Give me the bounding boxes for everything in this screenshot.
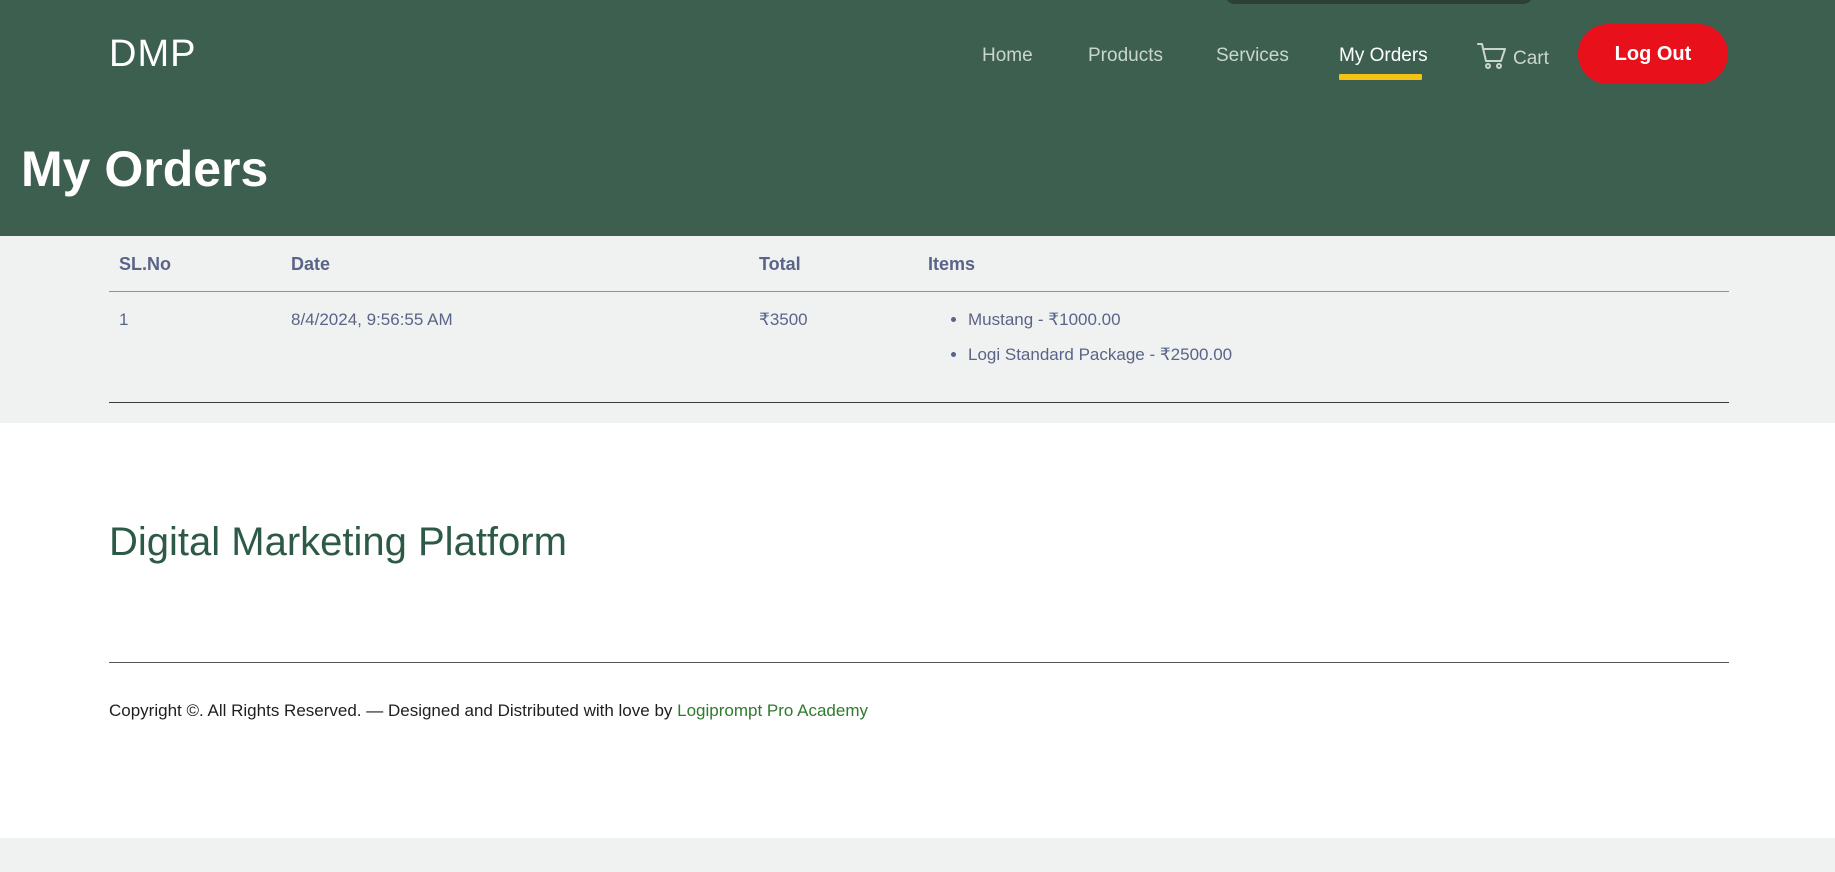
cell-items: Mustang - ₹1000.00 Logi Standard Package… bbox=[948, 310, 1232, 380]
nav-home[interactable]: Home bbox=[982, 45, 1033, 67]
nav-cart[interactable]: Cart bbox=[1477, 42, 1549, 76]
site-header: DMP Home Products Services My Orders Car… bbox=[0, 0, 1835, 236]
site-footer: Digital Marketing Platform Copyright ©. … bbox=[0, 423, 1835, 838]
list-item: Mustang - ₹1000.00 bbox=[968, 310, 1232, 330]
copyright-text: Copyright ©. All Rights Reserved. — Desi… bbox=[109, 701, 868, 721]
header-divider bbox=[109, 291, 1729, 292]
logout-button[interactable]: Log Out bbox=[1578, 24, 1728, 84]
cart-label: Cart bbox=[1513, 48, 1549, 69]
cell-date: 8/4/2024, 9:56:55 AM bbox=[291, 310, 453, 329]
column-header-total: Total bbox=[759, 254, 801, 274]
list-item: Logi Standard Package - ₹2500.00 bbox=[968, 345, 1232, 365]
active-nav-indicator bbox=[1339, 74, 1422, 80]
column-header-sl: SL.No bbox=[119, 254, 171, 274]
nav-products[interactable]: Products bbox=[1088, 45, 1163, 67]
academy-link[interactable]: Logiprompt Pro Academy bbox=[677, 701, 868, 720]
column-header-items: Items bbox=[928, 254, 976, 274]
row-divider bbox=[109, 402, 1729, 403]
page-title: My Orders bbox=[21, 141, 269, 197]
nav-my-orders[interactable]: My Orders bbox=[1339, 45, 1428, 67]
brand-logo[interactable]: DMP bbox=[109, 33, 196, 76]
orders-table: SL.No Date Total Items 1 8/4/2024, 9:56:… bbox=[0, 236, 1835, 423]
footer-divider bbox=[109, 662, 1729, 663]
dropdown-shadow bbox=[1225, 0, 1533, 4]
cart-icon bbox=[1477, 42, 1513, 76]
cell-sl: 1 bbox=[119, 310, 129, 329]
cell-total: ₹3500 bbox=[759, 310, 808, 329]
copyright-prefix: Copyright ©. All Rights Reserved. — Desi… bbox=[109, 701, 678, 720]
bottom-band bbox=[0, 838, 1835, 872]
nav-services[interactable]: Services bbox=[1216, 45, 1289, 67]
footer-title: Digital Marketing Platform bbox=[109, 520, 567, 564]
column-header-date: Date bbox=[291, 254, 331, 274]
